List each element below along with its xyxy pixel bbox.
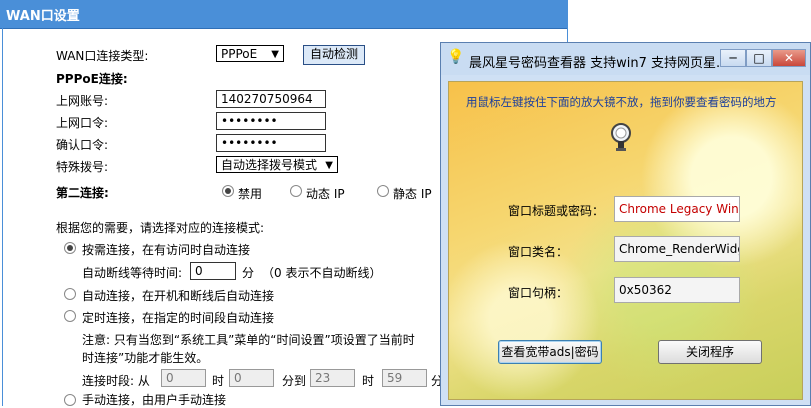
close-button[interactable]: ✕	[772, 49, 806, 67]
handle-label: 窗口句柄：	[508, 286, 569, 300]
mode-auto-radio[interactable]	[64, 288, 76, 300]
pppoe-heading: PPPoE连接:	[56, 72, 128, 86]
window-title-bar[interactable]: 💡 晨风星号密码查看器 支持win7 支持网页星... ─ □ ✕	[441, 43, 810, 75]
maximize-button[interactable]: □	[746, 49, 772, 67]
router-title: WAN口设置	[6, 9, 80, 24]
idle-time-input[interactable]: 0	[190, 262, 236, 280]
second-conn-disabled-radio[interactable]	[222, 185, 234, 197]
period-from-hour-input[interactable]: 0	[161, 369, 206, 387]
period-label: 连接时段: 从	[82, 374, 150, 388]
confirm-password-input[interactable]: ••••••••	[216, 134, 326, 152]
mode-demand-radio[interactable]	[64, 242, 76, 254]
hour-label-1: 时	[212, 374, 225, 388]
magnifier-icon[interactable]	[609, 122, 633, 158]
class-name-label: 窗口类名：	[508, 245, 569, 259]
chevron-down-icon: ▼	[271, 49, 279, 60]
password-input[interactable]: ••••••••	[216, 112, 326, 130]
second-conn-dynamic-label: 动态 IP	[306, 187, 345, 201]
router-title-bar: WAN口设置	[0, 0, 568, 29]
view-adsl-password-button[interactable]: 查看宽带ads|密码	[498, 340, 602, 364]
note-line-1: 注意: 只有当您到“系统工具”菜单的“时间设置”项设置了当前时	[82, 333, 415, 347]
mode-timed-radio[interactable]	[64, 310, 76, 322]
caption-label: 窗口标题或密码：	[508, 204, 605, 218]
note-line-2: 时连接”功能才能生效。	[82, 351, 209, 365]
second-conn-disabled-label: 禁用	[238, 187, 263, 201]
close-program-button[interactable]: 关闭程序	[658, 340, 762, 364]
period-from-minute-input[interactable]: 0	[229, 369, 274, 387]
auto-detect-button[interactable]: 自动检测	[303, 45, 365, 65]
mode-timed-label: 定时连接，在指定的时间段自动连接	[82, 311, 275, 325]
idle-time-note: （0 表示不自动断线）	[262, 266, 382, 280]
dial-mode-select[interactable]: 自动选择拨号模式 ▼	[216, 156, 338, 173]
caption-field[interactable]: Chrome Legacy Wind	[614, 196, 740, 222]
hour-label-2: 时	[362, 374, 375, 388]
conn-type-label: WAN口连接类型:	[56, 49, 149, 63]
password-label: 上网口令:	[56, 116, 109, 130]
mode-manual-label: 手动连接，由用户手动连接	[82, 393, 227, 407]
minimize-button[interactable]: ─	[720, 49, 746, 67]
conn-type-value: PPPoE	[221, 47, 258, 61]
mode-auto-label: 自动连接，在开机和断线后自动连接	[82, 289, 275, 303]
confirm-password-label: 确认口令:	[56, 138, 109, 152]
handle-field[interactable]: 0x50362	[614, 277, 740, 303]
second-conn-dynamic-radio[interactable]	[290, 185, 302, 197]
drag-hint-text: 用鼠标左键按住下面的放大镜不放，拖到你要查看密码的地方	[466, 95, 777, 109]
idle-time-label: 自动断线等待时间:	[82, 266, 183, 280]
mode-demand-label: 按需连接，在有访问时自动连接	[82, 243, 251, 257]
class-name-field[interactable]: Chrome_RenderWidg	[614, 236, 740, 262]
mode-intro: 根据您的需要，请选择对应的连接模式:	[56, 221, 265, 235]
dial-mode-label: 特殊拨号:	[56, 160, 109, 174]
second-conn-static-label: 静态 IP	[393, 187, 432, 201]
second-conn-label: 第二连接:	[56, 186, 109, 200]
chevron-down-icon: ▼	[325, 160, 333, 171]
account-label: 上网账号:	[56, 94, 109, 108]
period-to-minute-input[interactable]: 59	[382, 369, 427, 387]
conn-type-select[interactable]: PPPoE ▼	[216, 45, 284, 62]
window-title: 晨风星号密码查看器 支持win7 支持网页星...	[469, 56, 729, 71]
dial-mode-value: 自动选择拨号模式	[221, 158, 318, 172]
idle-time-unit: 分	[242, 266, 255, 280]
second-conn-static-radio[interactable]	[377, 185, 389, 197]
lightbulb-icon: 💡	[447, 49, 465, 65]
period-to-hour-input[interactable]: 23	[310, 369, 355, 387]
mode-manual-radio[interactable]	[64, 394, 76, 406]
to-label: 分到	[282, 374, 307, 388]
account-input[interactable]: 140270750964	[216, 90, 326, 108]
